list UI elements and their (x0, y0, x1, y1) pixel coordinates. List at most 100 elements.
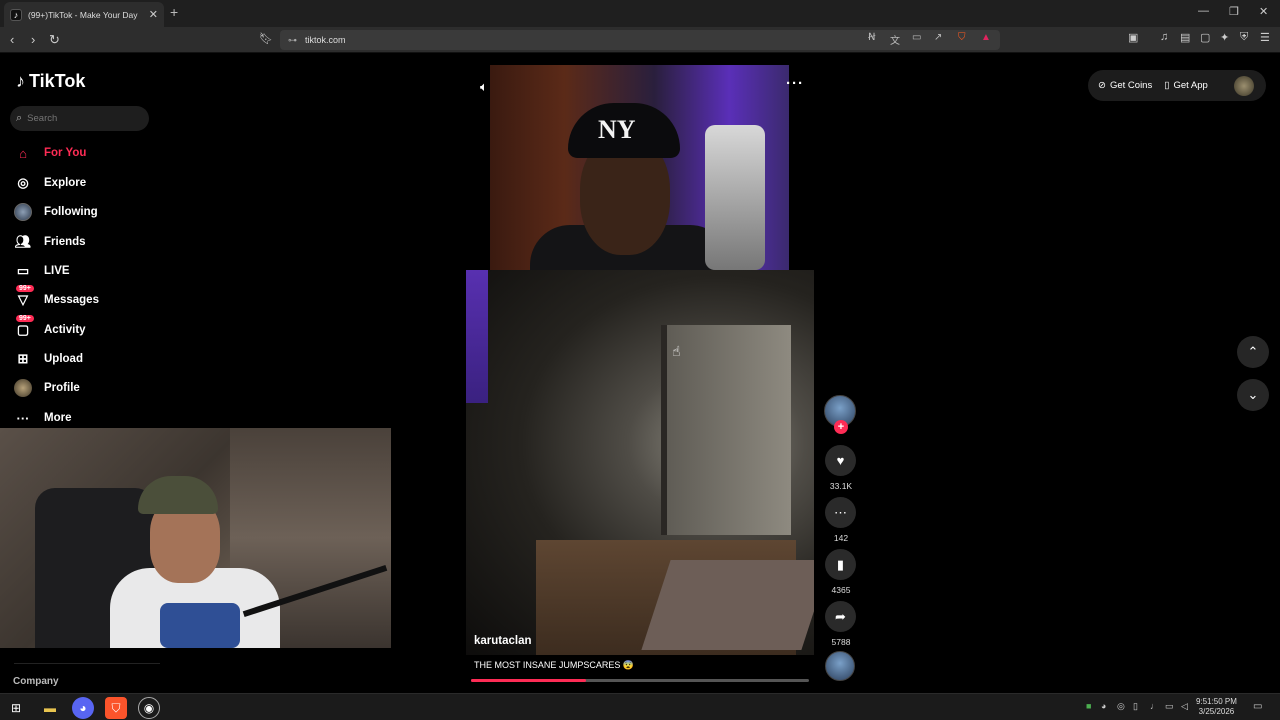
home-icon: ⌂ (19, 145, 27, 161)
sidebar-item-label: Following (44, 206, 98, 218)
shirt-print (160, 603, 240, 648)
back-icon[interactable]: ‹ (10, 32, 14, 47)
close-window-button[interactable]: ✕ (1259, 5, 1268, 18)
browser-tab[interactable]: ♪ (99+)TikTok - Make Your Day ✕ (4, 2, 164, 27)
progress-fill (471, 679, 586, 682)
wallet-icon[interactable]: ▢ (1200, 31, 1210, 44)
volume-tray-icon[interactable]: ◁ (1181, 701, 1188, 712)
clock-time: 9:51:50 PM (1196, 697, 1237, 706)
brave-shields-icon[interactable]: ⛉ (958, 32, 966, 43)
video-progress-bar[interactable] (471, 679, 809, 682)
company-link[interactable]: Company (13, 676, 59, 687)
close-tab-icon[interactable]: ✕ (149, 8, 158, 21)
volume-icon[interactable]: 🔈︎ (480, 79, 488, 95)
restore-button[interactable]: ❐ (1229, 5, 1239, 18)
studio-mic (705, 125, 765, 270)
sidebar-item-label: Activity (44, 324, 86, 336)
bookmark-save-icon[interactable]: ▮ (825, 549, 856, 580)
obs-icon[interactable]: ◉ (138, 697, 160, 719)
live-tv-icon: ▭ (16, 263, 30, 278)
sidebar-item-live[interactable]: ▭ LIVE (14, 259, 70, 283)
tiktok-logo[interactable]: ♪ TikTok (16, 71, 85, 92)
video-caption: THE MOST INSANE JUMPSCARES 😨 (474, 660, 635, 670)
sidebar-toggle-icon[interactable]: ▣ (1128, 31, 1138, 44)
bookmark-icon[interactable]: 🔖︎ (259, 32, 273, 45)
url-text: tiktok.com (305, 35, 346, 45)
network-tray-icon[interactable]: ▭ (1165, 701, 1174, 712)
brave-browser-icon[interactable]: ⛉ (105, 697, 127, 719)
media-icon[interactable]: ♫ (1160, 31, 1168, 43)
cap-logo: NY (598, 115, 636, 144)
cast-icon[interactable]: ▭ (912, 32, 921, 43)
get-coins-button[interactable]: ⊘ Get Coins (1098, 80, 1152, 91)
hand-cursor-icon: ☝︎ (672, 343, 681, 359)
menu-icon[interactable]: ☰ (1260, 31, 1270, 44)
game-rug (641, 560, 814, 650)
browser-tab-bar: ♪ (99+)TikTok - Make Your Day ✕ + — ❐ ✕ (0, 0, 1280, 27)
reload-icon[interactable]: ↻ (49, 32, 60, 48)
share-icon[interactable]: ↗ (934, 32, 942, 43)
video-more-icon[interactable]: ··· (786, 75, 804, 92)
reading-list-icon[interactable]: ▤ (1180, 31, 1190, 44)
sidebar-item-label: Friends (44, 236, 86, 248)
sidebar-item-explore[interactable]: ◎ Explore (14, 171, 86, 195)
phone-icon: ▯ (1164, 80, 1170, 91)
like-count: 33.1K (829, 481, 853, 491)
webcam-overlay (0, 428, 391, 648)
sidebar-item-activity[interactable]: ▢ 99+ Activity (14, 315, 86, 342)
sidebar-item-upload[interactable]: ⊞ Upload (14, 347, 83, 371)
more-dots-icon: ··· (16, 410, 30, 426)
new-tab-button[interactable]: + (170, 4, 178, 20)
sidebar-item-for-you[interactable]: ⌂ For You (14, 141, 86, 165)
notifications-icon[interactable]: ▭ (1253, 701, 1262, 712)
windows-start-icon[interactable]: ⊞ (5, 697, 27, 719)
translate-icon[interactable]: 文 (890, 32, 900, 47)
save-count: 4365 (831, 585, 851, 595)
search-icon: ⌕ (16, 112, 23, 124)
get-coins-label: Get Coins (1109, 80, 1153, 91)
sidebar-item-friends[interactable]: 👥︎ Friends (14, 230, 86, 254)
comment-icon[interactable]: ⋯ (825, 497, 856, 528)
video-author[interactable]: karutaclan (474, 635, 532, 647)
user-avatar[interactable] (1234, 76, 1254, 96)
follow-plus-icon[interactable]: + (834, 420, 848, 434)
next-video-chevron-down-icon[interactable]: ⌄ (1237, 379, 1269, 411)
like-heart-icon[interactable]: ♥ (825, 445, 856, 476)
comment-count: 142 (833, 533, 849, 543)
vpn-icon[interactable]: ⛨ (1240, 31, 1248, 44)
windows-taskbar: ⊞ ▬ ◕ ⛉ ◉ ■ ◕ ◎ ▯ ♩ ▭ ◁ 9:51:50 PM 3/25/… (0, 693, 1280, 720)
discord-tray-icon[interactable]: ◕ (1101, 701, 1106, 711)
leo-ai-icon[interactable]: ✦ (1220, 31, 1229, 44)
video-bottom-panel[interactable] (466, 270, 814, 655)
search-box[interactable]: ⌕ (10, 106, 149, 131)
get-app-button[interactable]: ▯ Get App (1164, 80, 1208, 91)
sidebar-item-label: Upload (44, 353, 83, 365)
forward-icon[interactable]: › (31, 32, 35, 47)
brave-rewards-icon[interactable]: ▲ (981, 32, 991, 43)
previous-video-chevron-up-icon[interactable]: ⌃ (1237, 336, 1269, 368)
coin-icon: ⊘ (1098, 80, 1106, 91)
file-explorer-icon[interactable]: ▬ (39, 697, 61, 719)
reader-icon[interactable]: Ꞥ (868, 32, 875, 43)
search-input[interactable] (27, 113, 128, 124)
tiktok-favicon-icon: ♪ (10, 8, 22, 21)
video-top-panel[interactable]: NY (490, 65, 789, 270)
microphone-tray-icon[interactable]: ♩ (1150, 701, 1159, 711)
steam-tray-icon[interactable]: ◎ (1117, 701, 1125, 712)
discord-icon[interactable]: ◕ (72, 697, 94, 719)
tiktok-page: ♪ TikTok ⌕ ⌂ For You ◎ Explore Following… (0, 53, 1280, 693)
sidebar-item-messages[interactable]: ▽ 99+ Messages (14, 285, 99, 312)
minimize-button[interactable]: — (1198, 5, 1209, 17)
system-clock[interactable]: 9:51:50 PM 3/25/2026 (1196, 697, 1237, 717)
following-avatar-icon (14, 203, 32, 221)
sidebar-item-label: More (44, 412, 72, 424)
share-arrow-icon[interactable]: ➦ (825, 601, 856, 632)
site-info-icon[interactable]: ⊶ (288, 35, 297, 46)
sidebar-item-following[interactable]: Following (14, 200, 98, 224)
sidebar-item-more[interactable]: ··· More (14, 406, 72, 430)
sidebar-item-profile[interactable]: Profile (14, 376, 80, 400)
nvidia-tray-icon[interactable]: ■ (1086, 701, 1091, 711)
sidebar-item-label: Profile (44, 382, 80, 394)
usb-tray-icon[interactable]: ▯ (1133, 701, 1138, 712)
sound-disc-avatar[interactable] (825, 651, 855, 681)
